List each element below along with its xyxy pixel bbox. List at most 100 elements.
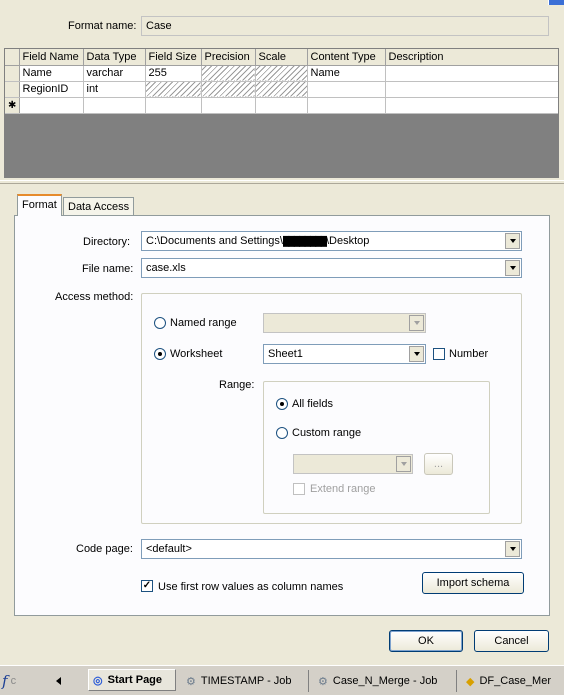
- dataflow-icon: ◆: [466, 675, 475, 688]
- column-header[interactable]: Data Type: [83, 49, 146, 66]
- first-row-checkbox-label[interactable]: Use first row values as column names: [158, 580, 343, 594]
- new-row-cell[interactable]: [201, 97, 256, 114]
- directory-label: Directory:: [83, 236, 131, 248]
- file-name-value: case.xls: [146, 262, 186, 274]
- cell-content-type[interactable]: [307, 81, 386, 98]
- grid-header-row: Field Name Data Type Field Size Precisio…: [5, 49, 558, 66]
- row-selector-header: [5, 49, 20, 66]
- taskbar-item-df-case-merge[interactable]: ◆ DF_Case_Mer: [462, 670, 564, 692]
- file-name-label: File name:: [82, 263, 134, 275]
- code-page-label: Code page:: [76, 543, 133, 555]
- new-row-cell[interactable]: [307, 97, 386, 114]
- taskbar: f c ◎ Start Page ⚙ TIMESTAMP - Job ⚙ Cas…: [0, 665, 564, 695]
- cell-precision-disabled: [201, 65, 256, 82]
- worksheet-dropdown[interactable]: Sheet1: [263, 344, 426, 364]
- extend-range-checkbox: [293, 483, 305, 495]
- ok-button[interactable]: OK: [389, 630, 463, 652]
- taskbar-item-case-n-merge-job[interactable]: ⚙ Case_N_Merge - Job: [314, 670, 457, 692]
- taskbar-item-label: Case_N_Merge - Job: [332, 675, 438, 687]
- cell-data-type[interactable]: varchar: [83, 65, 146, 82]
- function-icon[interactable]: f c: [2, 670, 46, 692]
- format-name-value: Case: [146, 20, 172, 32]
- named-range-label[interactable]: Named range: [170, 316, 237, 330]
- new-row[interactable]: ✱: [5, 97, 558, 114]
- scroll-left-icon[interactable]: [48, 672, 68, 690]
- cell-field-size-disabled: [145, 81, 202, 98]
- chevron-down-icon[interactable]: [505, 233, 520, 249]
- grid-empty-area: [5, 114, 558, 177]
- job-icon: ⚙: [186, 675, 196, 688]
- chevron-down-icon[interactable]: [505, 541, 520, 557]
- file-name-combobox[interactable]: case.xls: [141, 258, 522, 278]
- new-row-cell[interactable]: [385, 97, 558, 114]
- cell-description[interactable]: [385, 65, 558, 82]
- cell-field-name[interactable]: RegionID: [19, 81, 84, 98]
- directory-combobox[interactable]: C:\Documents and Settings\████████\Deskt…: [141, 231, 522, 251]
- all-fields-radio[interactable]: [276, 398, 288, 410]
- tab-data-access[interactable]: Data Access: [63, 197, 135, 215]
- splitter[interactable]: [0, 180, 564, 184]
- cell-field-size[interactable]: 255: [145, 65, 202, 82]
- all-fields-label[interactable]: All fields: [292, 397, 333, 411]
- new-row-cell[interactable]: [145, 97, 202, 114]
- cell-scale-disabled: [255, 81, 308, 98]
- cancel-button[interactable]: Cancel: [474, 630, 549, 652]
- access-method-label: Access method:: [55, 291, 134, 303]
- start-page-icon: ◎: [93, 674, 103, 687]
- redacted-username: ████████: [282, 236, 327, 246]
- custom-range-radio[interactable]: [276, 427, 288, 439]
- extend-range-label: Extend range: [310, 483, 376, 495]
- code-page-value: <default>: [146, 543, 192, 555]
- new-row-cell[interactable]: [83, 97, 146, 114]
- worksheet-radio[interactable]: [154, 348, 166, 360]
- cell-field-name[interactable]: Name: [19, 65, 84, 82]
- tab-format[interactable]: Format: [17, 194, 62, 216]
- cell-data-type[interactable]: int: [83, 81, 146, 98]
- new-row-marker-icon: ✱: [5, 97, 20, 114]
- worksheet-label[interactable]: Worksheet: [170, 347, 222, 361]
- column-header[interactable]: Field Size: [145, 49, 202, 66]
- named-range-dropdown: [263, 313, 426, 333]
- first-row-checkbox[interactable]: ✓: [141, 580, 153, 592]
- named-range-radio[interactable]: [154, 317, 166, 329]
- taskbar-item-start-page[interactable]: ◎ Start Page: [88, 669, 176, 691]
- taskbar-item-label: Start Page: [107, 674, 163, 686]
- number-checkbox[interactable]: [433, 348, 445, 360]
- import-schema-button[interactable]: Import schema: [422, 572, 524, 594]
- chevron-down-icon: [396, 456, 411, 472]
- new-row-cell[interactable]: [255, 97, 308, 114]
- column-header[interactable]: Precision: [201, 49, 256, 66]
- cell-scale-disabled: [255, 65, 308, 82]
- taskbar-item-label: DF_Case_Mer: [479, 675, 551, 687]
- taskbar-item-label: TIMESTAMP - Job: [200, 675, 292, 687]
- custom-range-label[interactable]: Custom range: [292, 426, 361, 440]
- row-selector[interactable]: [5, 81, 20, 98]
- row-selector[interactable]: [5, 65, 20, 82]
- worksheet-value: Sheet1: [268, 348, 303, 360]
- schema-grid[interactable]: Field Name Data Type Field Size Precisio…: [4, 48, 559, 178]
- browse-range-button: ...: [424, 453, 453, 475]
- cell-description[interactable]: [385, 81, 558, 98]
- range-label: Range:: [219, 379, 255, 391]
- custom-range-dropdown: [293, 454, 413, 474]
- column-header[interactable]: Description: [385, 49, 558, 66]
- format-name-field[interactable]: Case: [141, 16, 549, 36]
- column-header[interactable]: Scale: [255, 49, 308, 66]
- cell-precision-disabled: [201, 81, 256, 98]
- chevron-down-icon[interactable]: [409, 346, 424, 362]
- job-icon: ⚙: [318, 675, 328, 688]
- table-row[interactable]: RegionID int: [5, 81, 558, 98]
- cell-content-type[interactable]: Name: [307, 65, 386, 82]
- directory-value-end: \Desktop: [325, 235, 370, 247]
- table-row[interactable]: Name varchar 255 Name: [5, 65, 558, 82]
- taskbar-item-timestamp-job[interactable]: ⚙ TIMESTAMP - Job: [182, 670, 309, 692]
- code-page-combobox[interactable]: <default>: [141, 539, 522, 559]
- window-close-button-edge[interactable]: [548, 0, 564, 5]
- chevron-down-icon: [409, 315, 424, 331]
- column-header[interactable]: Field Name: [19, 49, 84, 66]
- number-label[interactable]: Number: [449, 347, 488, 361]
- directory-value-start: C:\Documents and Settings\: [146, 235, 283, 247]
- new-row-cell[interactable]: [19, 97, 84, 114]
- chevron-down-icon[interactable]: [505, 260, 520, 276]
- column-header[interactable]: Content Type: [307, 49, 386, 66]
